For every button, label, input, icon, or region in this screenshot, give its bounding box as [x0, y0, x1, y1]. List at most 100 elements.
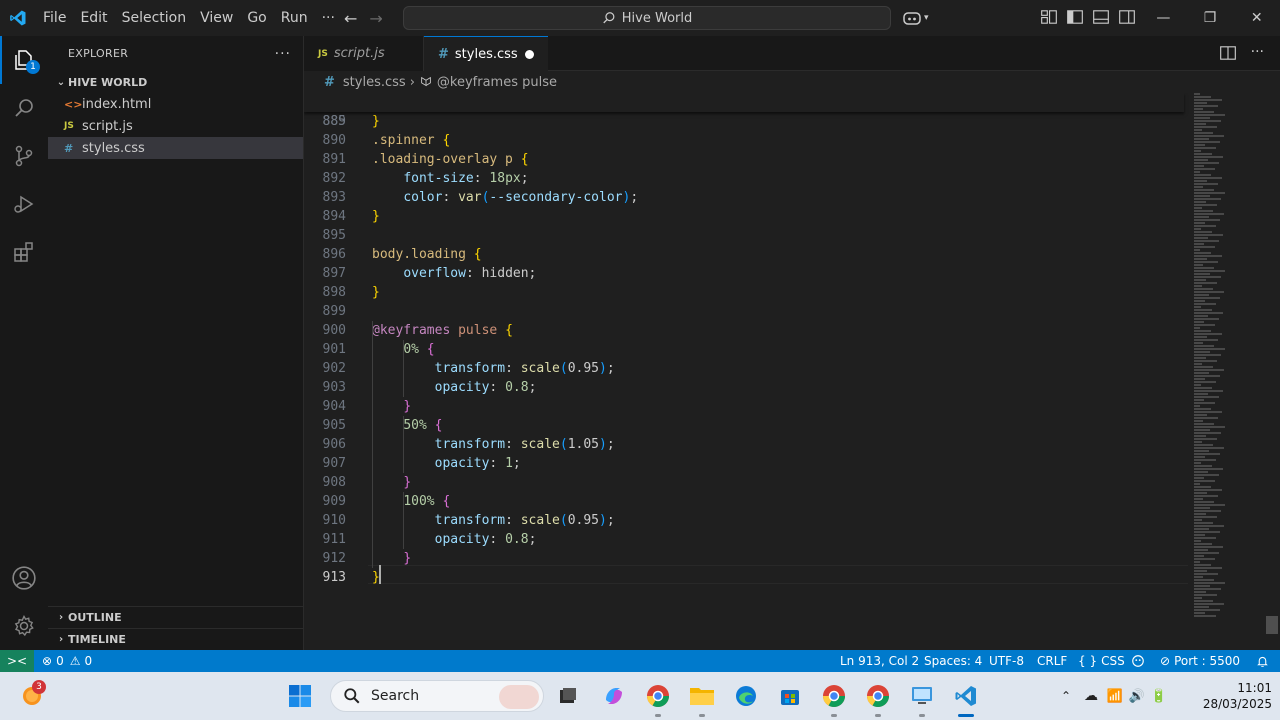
minimize-icon[interactable]: — [1140, 0, 1187, 36]
code-line[interactable]: 896 body.loading { [304, 245, 1184, 264]
wifi-icon[interactable]: 📶 [1104, 689, 1126, 704]
code-line[interactable]: 911 opacity: 0.8; [304, 530, 1184, 549]
onedrive-icon[interactable]: ☁ [1078, 688, 1104, 704]
folder-hive-world[interactable]: ⌄ HIVE WORLD [48, 71, 303, 93]
code-line[interactable]: 897 overflow: hidden; [304, 264, 1184, 283]
feedback-icon[interactable] [1131, 650, 1145, 672]
more-actions-icon[interactable]: ··· [275, 46, 291, 62]
code-line[interactable]: 898} [304, 283, 1184, 302]
minimap[interactable] [1188, 93, 1268, 633]
menu-edit[interactable]: Edit [73, 0, 114, 36]
code-line[interactable]: 889} [304, 112, 1184, 131]
unsaved-dot-icon[interactable] [525, 50, 534, 59]
source-control-icon[interactable] [0, 132, 48, 180]
code-line[interactable]: 906 transform: scale(1.05); [304, 435, 1184, 454]
minimap-line [1194, 612, 1205, 614]
chrome-profile-icon[interactable] [642, 680, 674, 712]
file-styles-css[interactable]: # styles.css [48, 137, 303, 159]
copilot-app-icon[interactable] [598, 680, 630, 712]
chrome-alt-profile-icon[interactable] [862, 680, 894, 712]
taskbar-clock[interactable]: 11:01 28/03/2025 [1200, 680, 1272, 712]
explorer-icon[interactable]: 1 [0, 36, 48, 84]
menu-more[interactable]: ··· [315, 0, 342, 36]
code-line[interactable]: 912 } [304, 549, 1184, 568]
cursor-position[interactable]: Ln 913, Col 2 [840, 650, 919, 672]
vscode-taskbar-icon[interactable] [950, 680, 982, 712]
minimap-line [1194, 408, 1211, 410]
code-line[interactable]: 892 font-size: 18px; [304, 169, 1184, 188]
outline-section[interactable]: › OUTLINE [48, 606, 303, 628]
run-debug-icon[interactable] [0, 180, 48, 228]
menu-selection[interactable]: Selection [115, 0, 194, 36]
code-line[interactable]: 891 .loading-overlay p { [304, 150, 1184, 169]
breadcrumb-symbol[interactable]: @keyframes pulse [437, 75, 557, 90]
encoding[interactable]: UTF-8 [989, 650, 1024, 672]
task-view-icon[interactable] [552, 680, 584, 712]
menu-go[interactable]: Go [240, 0, 273, 36]
code-line[interactable]: 903 opacity: 0.8; [304, 378, 1184, 397]
command-center[interactable]: Hive World [403, 6, 891, 30]
layout-controls [1040, 8, 1136, 26]
toggle-panel-icon[interactable] [1092, 8, 1110, 26]
minimap-line [1194, 468, 1223, 470]
remote-indicator-icon[interactable]: >< [0, 650, 34, 672]
copilot-icon[interactable]: ▾ [902, 8, 934, 28]
menu-file[interactable]: File [36, 0, 73, 36]
editor-scrollbar[interactable] [1266, 616, 1278, 634]
file-index-html[interactable]: <> index.html [48, 93, 303, 115]
code-line[interactable]: 904 } [304, 397, 1184, 416]
edge-icon[interactable] [730, 680, 762, 712]
code-line[interactable]: 895 [304, 226, 1184, 245]
code-editor[interactable]: 885 .spinner { 889} 890 891 .loading-overla… [304, 93, 1280, 650]
extensions-icon[interactable] [0, 228, 48, 276]
remote-desktop-icon[interactable] [906, 680, 938, 712]
sticky-scroll-line[interactable]: 885 .spinner { [304, 93, 1184, 148]
more-actions-icon[interactable]: ··· [1251, 44, 1264, 62]
breadcrumb-file[interactable]: styles.css [343, 75, 406, 90]
store-icon[interactable] [774, 680, 806, 712]
menu-run[interactable]: Run [274, 0, 315, 36]
code-line[interactable]: 901 0% { [304, 340, 1184, 359]
language-mode[interactable]: { } CSS [1078, 650, 1125, 672]
search-icon[interactable] [0, 84, 48, 132]
problems-indicator[interactable]: ⊗ 0 ⚠ 0 [42, 650, 92, 672]
toggle-secondary-sidebar-icon[interactable] [1118, 8, 1136, 26]
file-explorer-icon[interactable] [686, 680, 718, 712]
back-arrow-icon[interactable]: ← [344, 9, 357, 28]
restore-icon[interactable]: ❐ [1187, 0, 1234, 36]
code-line[interactable]: 910 transform: scale(0.95); [304, 511, 1184, 530]
chrome-icon[interactable] [818, 680, 850, 712]
manage-gear-icon[interactable] [0, 602, 48, 650]
start-windows-icon[interactable] [284, 680, 316, 712]
code-line[interactable]: 908 } [304, 473, 1184, 492]
timeline-section[interactable]: › TIMELINE [48, 628, 303, 650]
customize-layout-icon[interactable] [1040, 8, 1058, 26]
code-line[interactable]: 907 opacity: 1; [304, 454, 1184, 473]
notifications-bell-icon[interactable] [1256, 650, 1269, 672]
minimap-line [1194, 606, 1209, 608]
split-editor-icon[interactable] [1219, 44, 1237, 62]
forward-arrow-icon[interactable]: → [369, 9, 382, 28]
accounts-icon[interactable] [0, 554, 48, 602]
code-line[interactable]: 905 50% { [304, 416, 1184, 435]
code-line[interactable]: 913} [304, 568, 1184, 587]
code-line[interactable]: 909 100% { [304, 492, 1184, 511]
tab-styles-css[interactable]: # styles.css [424, 36, 548, 71]
indentation[interactable]: Spaces: 4 [924, 650, 982, 672]
code-line[interactable]: 900 @keyframes pulse { [304, 321, 1184, 340]
close-icon[interactable]: ✕ [1233, 0, 1280, 36]
end-of-line[interactable]: CRLF [1037, 650, 1067, 672]
live-server-port[interactable]: ⊘ Port : 5500 [1160, 650, 1240, 672]
code-line[interactable]: 899 [304, 302, 1184, 321]
code-line[interactable]: 902 transform: scale(0.95); [304, 359, 1184, 378]
file-script-js[interactable]: JS script.js [48, 115, 303, 137]
taskbar-search[interactable]: Search [330, 680, 544, 712]
menu-view[interactable]: View [193, 0, 240, 36]
toggle-primary-sidebar-icon[interactable] [1066, 8, 1084, 26]
volume-icon[interactable]: 🔊 [1126, 689, 1148, 704]
battery-icon[interactable]: 🔋 [1148, 689, 1170, 704]
tab-script-js[interactable]: JS script.js [304, 36, 424, 71]
code-line[interactable]: 894} [304, 207, 1184, 226]
show-hidden-icons-icon[interactable]: ⌃ [1054, 689, 1078, 703]
code-line[interactable]: 893 color: var(--secondary-color); [304, 188, 1184, 207]
